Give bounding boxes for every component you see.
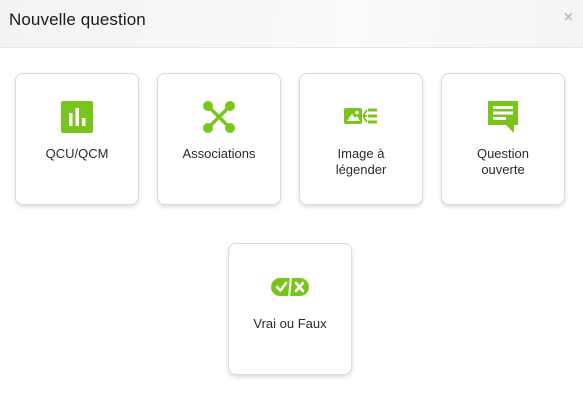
dialog-title: Nouvelle question xyxy=(9,10,146,29)
close-button[interactable]: × xyxy=(564,9,573,27)
card-label: Question ouverte xyxy=(476,146,530,177)
question-type-associations[interactable]: Associations xyxy=(157,73,281,205)
card-label: Image à légender xyxy=(335,146,387,177)
question-type-image-caption[interactable]: Image à légender xyxy=(299,73,423,205)
card-label: QCU/QCM xyxy=(45,146,109,161)
question-type-open-question[interactable]: Question ouverte xyxy=(441,73,565,205)
card-label: Associations xyxy=(182,146,256,161)
text-bubble-icon xyxy=(486,100,520,134)
true-false-icon xyxy=(270,270,310,304)
connections-icon xyxy=(202,100,236,134)
new-question-dialog: Nouvelle question × QCU/QCM Associations… xyxy=(0,0,583,397)
bar-chart-icon xyxy=(60,100,94,134)
question-type-true-false[interactable]: Vrai ou Faux xyxy=(228,243,352,375)
dialog-header: Nouvelle question × xyxy=(0,0,583,48)
image-caption-icon xyxy=(344,100,378,134)
question-type-qcu-qcm[interactable]: QCU/QCM xyxy=(15,73,139,205)
card-label: Vrai ou Faux xyxy=(253,316,327,331)
